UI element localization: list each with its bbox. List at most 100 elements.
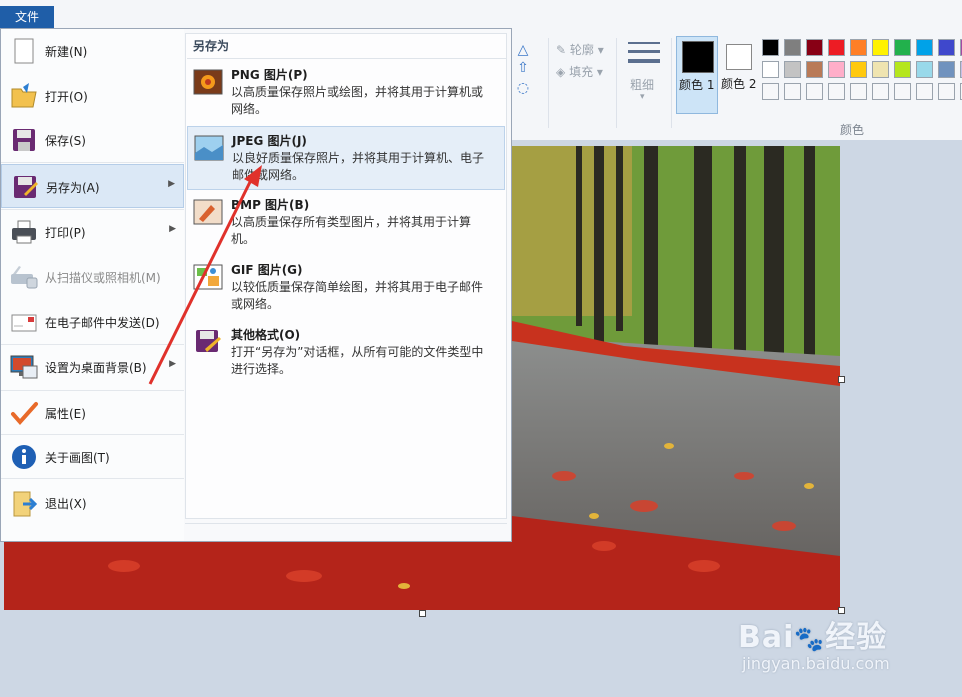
menu-item-properties[interactable]: 属性(E) (1, 391, 184, 435)
submenu-item-title: GIF 图片(G) (231, 263, 303, 277)
palette-swatch[interactable] (806, 61, 823, 78)
palette-swatch[interactable] (762, 61, 779, 78)
menu-item-send-email[interactable]: 在电子邮件中发送(D) (1, 300, 184, 344)
color1-label: 颜色 1 (679, 78, 715, 92)
submenu-item-desc: 以较低质量保存简单绘图，并将其用于电子邮件或网络。 (231, 280, 484, 311)
exit-icon (9, 488, 39, 518)
palette-swatch[interactable] (916, 39, 933, 56)
submenu-item-title: PNG 图片(P) (231, 68, 308, 82)
palette-swatch[interactable] (938, 61, 955, 78)
palette-swatch[interactable] (872, 39, 889, 56)
submenu-item-desc: 打开“另存为”对话框，从所有可能的文件类型中进行选择。 (231, 345, 484, 376)
color2-label: 颜色 2 (721, 77, 757, 91)
submenu-item-desc: 以高质量保存所有类型图片，并将其用于计算机。 (231, 215, 472, 246)
chevron-right-icon: ▶ (169, 224, 176, 234)
ribbon-divider (616, 38, 617, 128)
palette-swatch[interactable] (762, 39, 779, 56)
color2-button[interactable] (726, 44, 752, 70)
triangle-shape-icon[interactable]: △ (514, 42, 532, 58)
checkmark-icon (9, 398, 39, 428)
email-icon (9, 307, 39, 337)
palette-swatch[interactable] (784, 39, 801, 56)
palette-swatch[interactable] (806, 39, 823, 56)
file-menu-commands: 新建(N) 打开(O) 保存(S) 另存为(A) ▶ 打印(P) ▶ 从扫描仪或… (1, 29, 184, 541)
palette-swatch-empty[interactable] (872, 83, 889, 100)
png-image-icon (193, 67, 223, 97)
menu-item-save[interactable]: 保存(S) (1, 118, 184, 162)
arrow-up-shape-icon[interactable]: ⇧ (514, 60, 532, 76)
menu-item-exit[interactable]: 退出(X) (1, 481, 184, 525)
palette-swatch-empty[interactable] (828, 83, 845, 100)
save-as-other-formats[interactable]: 其他格式(O) 打开“另存为”对话框，从所有可能的文件类型中进行选择。 (187, 321, 505, 385)
info-icon (9, 442, 39, 472)
menu-item-label: 关于画图(T) (45, 451, 110, 465)
palette-swatch-empty[interactable] (784, 83, 801, 100)
menu-item-about-paint[interactable]: 关于画图(T) (1, 435, 184, 479)
new-document-icon (9, 36, 39, 66)
jpeg-image-icon (194, 133, 224, 163)
ribbon-divider (548, 38, 549, 128)
palette-swatch[interactable] (872, 61, 889, 78)
file-menu: 新建(N) 打开(O) 保存(S) 另存为(A) ▶ 打印(P) ▶ 从扫描仪或… (0, 28, 512, 542)
palette-swatch[interactable] (850, 39, 867, 56)
ribbon-divider (671, 38, 672, 128)
gif-image-icon (193, 262, 223, 292)
menu-item-save-as[interactable]: 另存为(A) ▶ (1, 164, 184, 208)
colors-group-label: 颜色 (840, 123, 865, 137)
resize-handle[interactable] (419, 610, 426, 617)
callout-shape-icon[interactable]: ◌ (514, 80, 532, 96)
color1-button[interactable]: 颜色 1 (676, 36, 718, 114)
menu-item-label: 打印(P) (45, 226, 86, 240)
size-label: 粗细 (630, 78, 655, 92)
palette-swatch-empty[interactable] (762, 83, 779, 100)
submenu-title: 另存为 (193, 39, 230, 53)
bucket-icon: ◈ (556, 65, 566, 79)
menu-item-print[interactable]: 打印(P) ▶ (1, 210, 184, 254)
save-as-bmp[interactable]: BMP 图片(B) 以高质量保存所有类型图片，并将其用于计算机。 (187, 191, 505, 255)
outline-label: 轮廓 (569, 43, 594, 57)
palette-swatch[interactable] (894, 61, 911, 78)
menu-item-label: 从扫描仪或照相机(M) (45, 271, 161, 285)
size-button[interactable]: 粗细 ▾ (620, 36, 668, 118)
palette-swatch-empty[interactable] (916, 83, 933, 100)
menu-item-label: 设置为桌面背景(B) (45, 361, 147, 375)
desktop-icon (9, 352, 39, 382)
printer-icon (9, 217, 39, 247)
submenu-item-desc: 以良好质量保存照片，并将其用于计算机、电子邮件或网络。 (232, 151, 485, 182)
palette-swatch[interactable] (894, 39, 911, 56)
menu-item-label: 打开(O) (45, 90, 88, 104)
scanner-icon (9, 262, 39, 292)
palette-swatch-empty[interactable] (806, 83, 823, 100)
save-as-gif[interactable]: GIF 图片(G) 以较低质量保存简单绘图，并将其用于电子邮件或网络。 (187, 256, 505, 320)
menu-item-label: 新建(N) (45, 45, 88, 59)
baidu-jingyan-watermark: Bai🐾经验 (738, 620, 888, 655)
resize-handle[interactable] (838, 376, 845, 383)
palette-swatch[interactable] (828, 39, 845, 56)
palette-swatch-empty[interactable] (850, 83, 867, 100)
file-tab[interactable]: 文件 (0, 6, 54, 28)
submenu-item-desc: 以高质量保存照片或绘图，并将其用于计算机或网络。 (231, 85, 484, 116)
palette-swatch[interactable] (850, 61, 867, 78)
palette-swatch-empty[interactable] (938, 83, 955, 100)
palette-swatch[interactable] (828, 61, 845, 78)
palette-swatch[interactable] (784, 61, 801, 78)
chevron-down-icon: ▾ (640, 92, 645, 102)
save-as-jpeg[interactable]: JPEG 图片(J) 以良好质量保存照片，并将其用于计算机、电子邮件或网络。 (187, 126, 505, 190)
menu-item-open[interactable]: 打开(O) (1, 74, 184, 118)
color1-swatch (682, 41, 714, 73)
fill-button[interactable]: ◈ 填充 ▾ (556, 63, 603, 80)
open-folder-icon (9, 81, 39, 111)
menu-item-label: 在电子邮件中发送(D) (45, 316, 160, 330)
menu-item-set-desktop-background[interactable]: 设置为桌面背景(B) ▶ (1, 345, 184, 389)
watermark-url: jingyan.baidu.com (742, 654, 890, 673)
menu-item-label: 属性(E) (45, 407, 86, 421)
outline-button[interactable]: ✎ 轮廓 ▾ (556, 41, 604, 58)
palette-swatch[interactable] (916, 61, 933, 78)
menu-item-from-scanner[interactable]: 从扫描仪或照相机(M) (1, 255, 184, 299)
fill-label: 填充 (569, 65, 594, 79)
palette-swatch-empty[interactable] (894, 83, 911, 100)
palette-swatch[interactable] (938, 39, 955, 56)
submenu-item-title: JPEG 图片(J) (232, 134, 307, 148)
menu-item-new[interactable]: 新建(N) (1, 29, 184, 73)
save-as-png[interactable]: PNG 图片(P) 以高质量保存照片或绘图，并将其用于计算机或网络。 (187, 61, 505, 125)
